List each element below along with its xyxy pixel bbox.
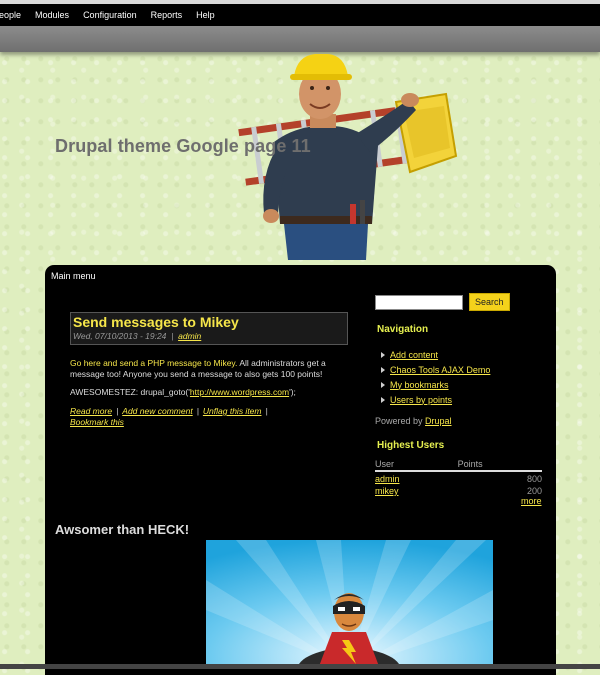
nav-item-my-bookmarks: My bookmarks	[381, 377, 490, 392]
highest-users-table: User Points admin 800 mikey 200	[375, 459, 542, 496]
admin-toolbar: People Modules Configuration Reports Hel…	[0, 4, 600, 26]
column-header-points: Points	[457, 459, 542, 472]
admin-menu-modules[interactable]: Modules	[35, 10, 69, 20]
node-article: Send messages to Mikey Wed, 07/10/2013 -…	[70, 312, 348, 428]
unflag-link[interactable]: Unflag this item	[203, 406, 262, 416]
section-title: Awsomer than HECK!	[55, 522, 190, 537]
node-header: Send messages to Mikey Wed, 07/10/2013 -…	[70, 312, 348, 345]
table-row: mikey 200	[375, 484, 542, 496]
nav-link-chaos-tools[interactable]: Chaos Tools AJAX Demo	[390, 365, 490, 375]
table-row: admin 800	[375, 471, 542, 484]
powered-by-text: Powered by	[375, 416, 426, 426]
triangle-right-icon	[381, 351, 385, 358]
search-input[interactable]	[375, 294, 463, 310]
node-author-link[interactable]: admin	[178, 331, 201, 341]
main-menu-label: Main menu	[51, 271, 96, 281]
bookmark-link[interactable]: Bookmark this	[70, 417, 124, 427]
node-body: Go here and send a PHP message to Mikey.…	[70, 358, 348, 398]
superhero-image	[206, 540, 493, 669]
body-code-prefix: AWESOMESTEZ: drupal_goto('	[70, 387, 190, 397]
node-body-paragraph-2: AWESOMESTEZ: drupal_goto('http://www.wor…	[70, 387, 348, 398]
right-sidebar: Search Navigation Add content Chaos Tool…	[375, 293, 542, 506]
node-links: Read more | Add new comment | Unflag this it…	[70, 406, 348, 428]
search-form: Search	[375, 293, 542, 311]
body-code-link[interactable]: http://www.wordpress.com	[190, 387, 289, 397]
body-highlight-text: Go here and send a PHP message to Mikey.	[70, 358, 238, 368]
link-separator: |	[196, 406, 199, 416]
meta-separator: |	[168, 331, 176, 341]
triangle-right-icon	[381, 381, 385, 388]
node-submitted: Wed, 07/10/2013 - 19:24 | admin	[73, 331, 345, 341]
nav-link-users-by-points[interactable]: Users by points	[390, 395, 452, 405]
admin-menu-configuration[interactable]: Configuration	[83, 10, 137, 20]
triangle-right-icon	[381, 366, 385, 373]
more-link[interactable]: more	[521, 496, 542, 506]
link-separator: |	[265, 406, 268, 416]
column-header-user: User	[375, 459, 458, 472]
link-separator: |	[116, 406, 119, 416]
search-button[interactable]: Search	[469, 293, 510, 311]
admin-menu-people[interactable]: People	[0, 10, 21, 20]
powered-by: Powered by Drupal	[375, 416, 452, 426]
header-worker-illustration	[238, 54, 458, 260]
user-points: 200	[526, 486, 542, 496]
node-body-paragraph-1: Go here and send a PHP message to Mikey.…	[70, 358, 348, 380]
site-name[interactable]: Drupal theme Google page 11	[55, 136, 311, 157]
triangle-right-icon	[381, 396, 385, 403]
admin-menu-help[interactable]: Help	[196, 10, 215, 20]
bottom-edge	[0, 664, 600, 669]
drupal-link[interactable]: Drupal	[425, 416, 452, 426]
nav-link-my-bookmarks[interactable]: My bookmarks	[390, 380, 449, 390]
admin-menu-reports[interactable]: Reports	[151, 10, 183, 20]
nav-item-users-by-points: Users by points	[381, 392, 490, 407]
user-points: 800	[526, 474, 542, 484]
highest-users-title: Highest Users	[377, 440, 445, 451]
add-comment-link[interactable]: Add new comment	[122, 406, 192, 416]
body-code-suffix: ');	[289, 387, 296, 397]
navigation-menu: Add content Chaos Tools AJAX Demo My boo…	[381, 347, 490, 407]
nav-item-chaos-tools: Chaos Tools AJAX Demo	[381, 362, 490, 377]
user-link[interactable]: mikey	[375, 486, 399, 496]
read-more-link[interactable]: Read more	[70, 406, 112, 416]
nav-link-add-content[interactable]: Add content	[390, 350, 438, 360]
node-title[interactable]: Send messages to Mikey	[73, 314, 345, 331]
user-link[interactable]: admin	[375, 474, 400, 484]
navigation-block-title: Navigation	[377, 324, 429, 335]
node-date: Wed, 07/10/2013 - 19:24	[73, 331, 167, 341]
shortcut-bar	[0, 26, 600, 52]
nav-item-add-content: Add content	[381, 347, 490, 362]
